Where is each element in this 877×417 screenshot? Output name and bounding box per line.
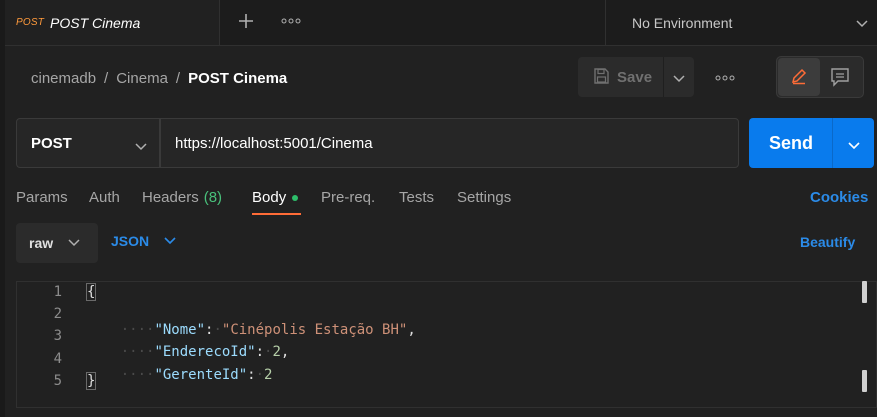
send-label: Send [769,133,814,153]
tab-prereq[interactable]: Pre-req. [321,189,375,206]
method-label: POST [31,134,72,152]
tab-params[interactable]: Params [16,189,68,206]
indent-guide: ···· [120,367,155,383]
line-number: 2 [53,306,62,322]
url-text: https://localhost:5001/Cinema [175,134,373,152]
chevron-down-icon [163,233,177,249]
request-tab[interactable]: POST POST Cinema [5,0,220,45]
line-number: 3 [53,328,62,344]
tab-title: POST Cinema [50,14,141,31]
code-line: ····"GerenteId":·2 [87,351,273,399]
save-divider [663,57,664,97]
breadcrumb-separator: / [175,69,181,87]
line-number: 4 [53,351,62,367]
new-tab-plus-icon[interactable] [237,12,255,30]
line-number: 5 [53,373,62,389]
json-colon: : [247,367,256,383]
environment-selector[interactable]: No Environment [605,0,877,45]
breadcrumb-collection[interactable]: cinemadb [31,70,96,87]
space-marker: · [255,367,265,383]
editor-code-area[interactable]: 1 2 3 4 5 { ····"Nome":·"Cinépolis Estaç… [0,283,877,404]
url-input[interactable]: https://localhost:5001/Cinema [160,118,739,168]
tab-auth[interactable]: Auth [89,189,120,206]
chevron-down-icon [855,16,869,32]
tab-body[interactable]: Body [252,189,299,206]
comment-icon[interactable] [830,67,850,90]
send-divider [832,118,833,168]
body-format-label: JSON [111,233,150,249]
save-icon [592,67,610,88]
active-tab-underline [252,213,301,215]
cookies-link[interactable]: Cookies [810,189,868,206]
method-selector[interactable]: POST [16,118,160,168]
tab-method-badge: POST [16,17,45,28]
tab-settings[interactable]: Settings [457,189,511,206]
tab-body-label: Body [252,189,287,206]
line-number: 1 [53,284,62,300]
beautify-link[interactable]: Beautify [800,234,855,250]
body-mode-selector[interactable]: raw [16,223,98,263]
tab-headers[interactable]: Headers (8) [142,189,222,206]
edit-mode-button[interactable] [778,58,820,96]
save-options-chevron-icon[interactable] [672,71,686,87]
breadcrumb-separator: / [104,69,109,87]
chevron-down-icon [134,139,148,155]
scrollbar-thumb[interactable] [862,370,867,392]
pencil-icon [790,67,808,88]
send-options-chevron-icon[interactable] [847,138,861,154]
body-indicator-dot [292,194,299,201]
tab-tests[interactable]: Tests [399,189,434,206]
scrollbar-thumb[interactable] [862,281,867,303]
breadcrumb-request: POST Cinema [188,69,288,87]
more-actions-icon[interactable] [715,71,735,87]
environment-label: No Environment [632,14,733,31]
json-number-value: 2 [272,344,281,360]
breadcrumb: cinemadb / Cinema / POST Cinema [31,67,295,89]
json-key: "GerenteId" [154,367,248,383]
chevron-down-icon [67,235,81,251]
json-comma: , [280,344,290,360]
tab-headers-label: Headers [142,189,199,206]
json-number-value: 2 [264,367,273,383]
more-tabs-icon[interactable] [281,14,301,26]
body-format-selector[interactable]: JSON [111,233,177,249]
close-brace: } [85,372,97,390]
open-brace: { [85,283,97,301]
headers-count-badge: (8) [203,189,223,206]
body-mode-label: raw [29,235,54,251]
save-label: Save [617,68,653,86]
breadcrumb-folder[interactable]: Cinema [116,70,168,87]
json-comma: , [407,322,416,338]
